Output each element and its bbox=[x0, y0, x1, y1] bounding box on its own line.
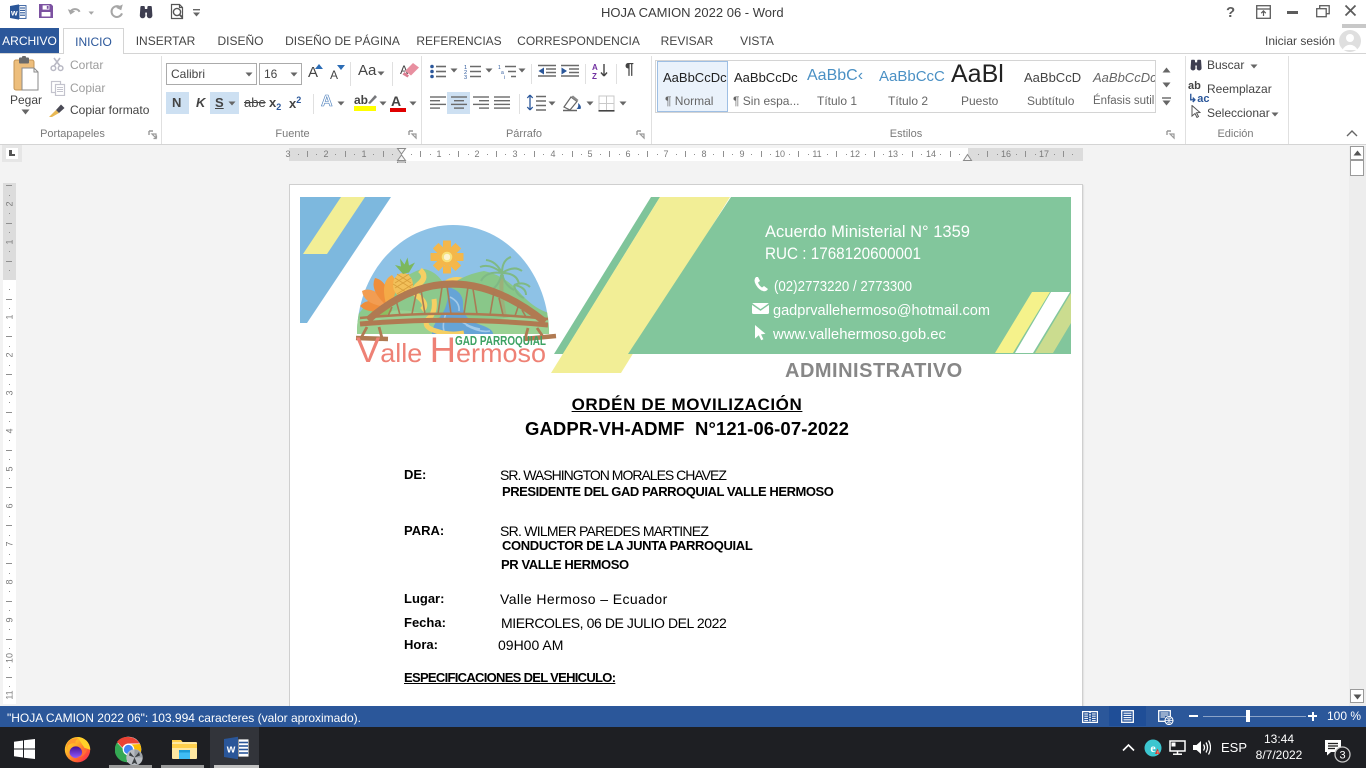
svg-text:3: 3 bbox=[1339, 750, 1345, 762]
svg-text:(02)2773220 / 2773300: (02)2773220 / 2773300 bbox=[774, 278, 912, 295]
svg-text:A: A bbox=[592, 63, 598, 72]
svg-text:!: ! bbox=[1157, 751, 1158, 757]
svg-text:RUC : 1768120600001: RUC : 1768120600001 bbox=[765, 244, 921, 263]
svg-text:i: i bbox=[504, 75, 505, 79]
svg-text:e: e bbox=[1150, 741, 1156, 755]
svg-text:Z: Z bbox=[592, 72, 597, 80]
svg-text:3: 3 bbox=[464, 75, 467, 79]
svg-text:www.vallehermoso.gob.ec: www.vallehermoso.gob.ec bbox=[772, 326, 946, 343]
svg-text:w: w bbox=[226, 744, 236, 756]
svg-text:w: w bbox=[10, 7, 18, 17]
svg-text:Acuerdo Ministerial N° 1359: Acuerdo Ministerial N° 1359 bbox=[765, 222, 970, 241]
svg-text:gadprvallehermoso@hotmail.com: gadprvallehermoso@hotmail.com bbox=[773, 302, 990, 319]
